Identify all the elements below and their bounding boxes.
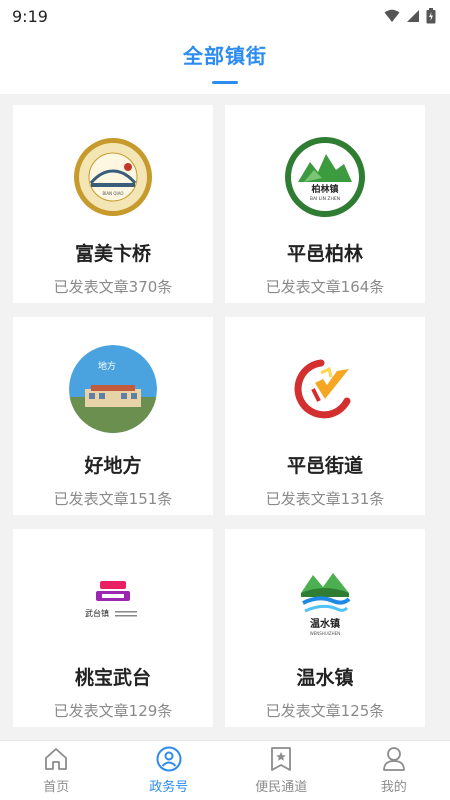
town-grid: BIAN QIAO 富美卞桥 已发表文章370条 柏林镇 BAI LIN ZHE…	[0, 94, 450, 740]
haodifang-logo: 地方	[69, 345, 157, 433]
tab-label: 我的	[380, 780, 407, 795]
town-card-bailin[interactable]: 柏林镇 BAI LIN ZHEN 平邑柏林 已发表文章164条	[225, 105, 425, 303]
pingyi-jiedao-logo	[281, 345, 369, 433]
service-channel-icon	[268, 746, 294, 772]
home-icon	[43, 746, 69, 772]
bianqiao-logo-text: BIAN QIAO	[102, 191, 123, 196]
status-bar: 9:19	[0, 0, 450, 32]
tab-label: 便民通道	[255, 780, 308, 795]
tab-home[interactable]: 首页	[1, 746, 111, 795]
title-underline	[212, 81, 238, 84]
tab-government-account[interactable]: 政务号	[114, 746, 224, 795]
town-grid-container[interactable]: BIAN QIAO 富美卞桥 已发表文章370条 柏林镇 BAI LIN ZHE…	[0, 94, 450, 740]
bailin-logo-text: 柏林镇	[311, 183, 338, 195]
tab-label: 政务号	[149, 780, 189, 795]
town-card-name: 平邑柏林	[286, 243, 363, 265]
haodifang-logo-text: 地方	[98, 360, 116, 372]
town-card-count: 已发表文章129条	[53, 702, 173, 720]
bianqiao-logo: BIAN QIAO	[69, 133, 157, 221]
town-card-name: 富美卞桥	[74, 243, 151, 265]
tab-service-channel[interactable]: 便民通道	[226, 746, 336, 795]
bottom-tab-bar: 首页 政务号 便民通道 我的	[0, 740, 450, 800]
page-header: 全部镇街	[0, 32, 450, 94]
wenshui-logo-subtext: WENSHUIZHEN	[310, 631, 340, 636]
battery-icon	[426, 8, 436, 24]
tab-profile[interactable]: 我的	[339, 746, 449, 795]
town-card-count: 已发表文章151条	[53, 490, 173, 508]
town-card-name: 温水镇	[296, 667, 354, 689]
town-card-wenshui[interactable]: 温水镇 WENSHUIZHEN 温水镇 已发表文章125条	[225, 529, 425, 727]
town-card-wutai[interactable]: 武台镇 桃宝武台 已发表文章129条	[13, 529, 213, 727]
town-card-count: 已发表文章131条	[265, 490, 385, 508]
profile-icon	[381, 746, 407, 772]
town-card-count: 已发表文章125条	[265, 702, 385, 720]
wenshui-logo: 温水镇 WENSHUIZHEN	[281, 557, 369, 645]
town-card-bianqiao[interactable]: BIAN QIAO 富美卞桥 已发表文章370条	[13, 105, 213, 303]
bailin-logo: 柏林镇 BAI LIN ZHEN	[281, 133, 369, 221]
government-account-icon	[156, 746, 182, 772]
town-card-name: 平邑街道	[286, 455, 363, 477]
tab-label: 首页	[43, 780, 70, 795]
town-card-name: 好地方	[84, 455, 142, 477]
town-card-count: 已发表文章164条	[265, 278, 385, 296]
signal-icon	[407, 10, 419, 22]
page-title[interactable]: 全部镇街	[183, 40, 267, 69]
status-time: 9:19	[12, 6, 48, 26]
town-card-count: 已发表文章370条	[53, 278, 173, 296]
wifi-icon	[384, 9, 400, 22]
town-card-pingyi-jiedao[interactable]: 平邑街道 已发表文章131条	[225, 317, 425, 515]
wutai-logo-text: 武台镇	[85, 608, 109, 618]
town-card-name: 桃宝武台	[74, 667, 151, 689]
status-icons	[384, 8, 436, 24]
wenshui-logo-text: 温水镇	[310, 617, 340, 630]
town-card-haodifang[interactable]: 地方 好地方 已发表文章151条	[13, 317, 213, 515]
bailin-logo-subtext: BAI LIN ZHEN	[310, 196, 340, 202]
wutai-logo: 武台镇	[69, 557, 157, 645]
